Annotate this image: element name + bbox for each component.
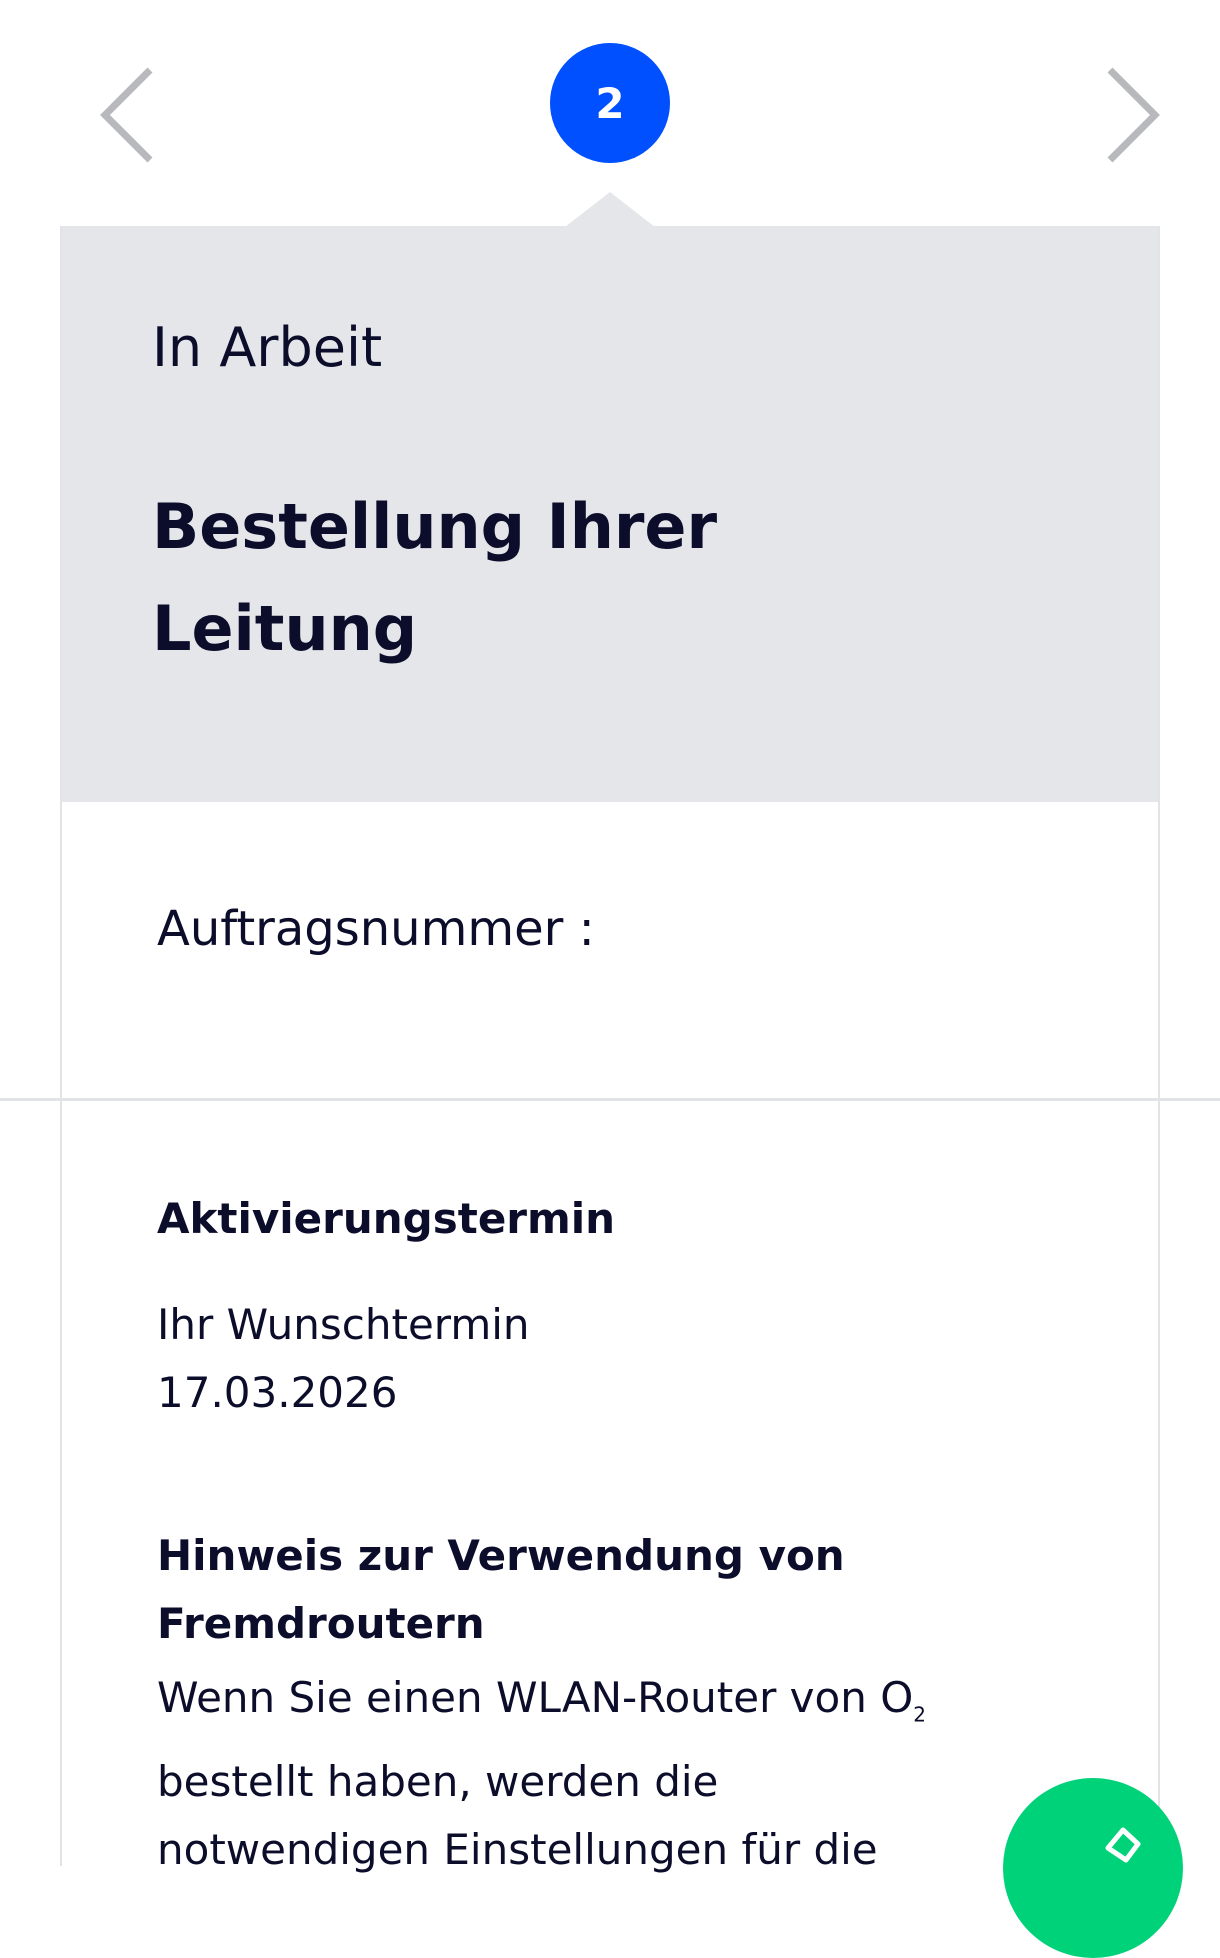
router-notice-text-start: Wenn Sie einen WLAN-Router von O bbox=[157, 1673, 914, 1722]
activation-label: Ihr Wunschtermin bbox=[157, 1300, 530, 1349]
activation-date: 17.03.2026 bbox=[157, 1368, 398, 1417]
activation-section: Aktivierungstermin Ihr Wunschtermin 17.0… bbox=[157, 1185, 1057, 1427]
router-notice-text-rest: bestellt haben, werden die notwendigen E… bbox=[157, 1757, 878, 1875]
section-divider bbox=[0, 1098, 1220, 1101]
status-label: In Arbeit bbox=[152, 316, 383, 379]
router-notice-text: Wenn Sie einen WLAN-Router von O2 bestel… bbox=[157, 1664, 977, 1884]
chat-fab-button[interactable] bbox=[1003, 1778, 1183, 1958]
previous-step-button[interactable] bbox=[80, 60, 180, 170]
current-step-number: 2 bbox=[595, 78, 625, 128]
card-pointer bbox=[565, 192, 655, 227]
chat-icon bbox=[1105, 1827, 1141, 1863]
current-step-indicator[interactable]: 2 bbox=[550, 43, 670, 163]
router-notice-title: Hinweis zur Verwendung von Fremdroutern bbox=[157, 1531, 845, 1648]
order-number-row: Auftragsnummer : bbox=[157, 901, 595, 957]
router-notice-section: Hinweis zur Verwendung von Fremdroutern … bbox=[157, 1522, 1057, 1884]
card-header: In Arbeit Bestellung Ihrer Leitung bbox=[62, 226, 1158, 802]
card-title: Bestellung Ihrer Leitung bbox=[152, 490, 718, 665]
next-step-button[interactable] bbox=[1080, 60, 1180, 170]
chevron-right-icon bbox=[1107, 67, 1160, 163]
brand-subscript: 2 bbox=[913, 1702, 927, 1727]
order-number-label: Auftragsnummer : bbox=[157, 901, 595, 957]
chevron-left-icon bbox=[100, 67, 153, 163]
activation-title: Aktivierungstermin bbox=[157, 1194, 616, 1243]
